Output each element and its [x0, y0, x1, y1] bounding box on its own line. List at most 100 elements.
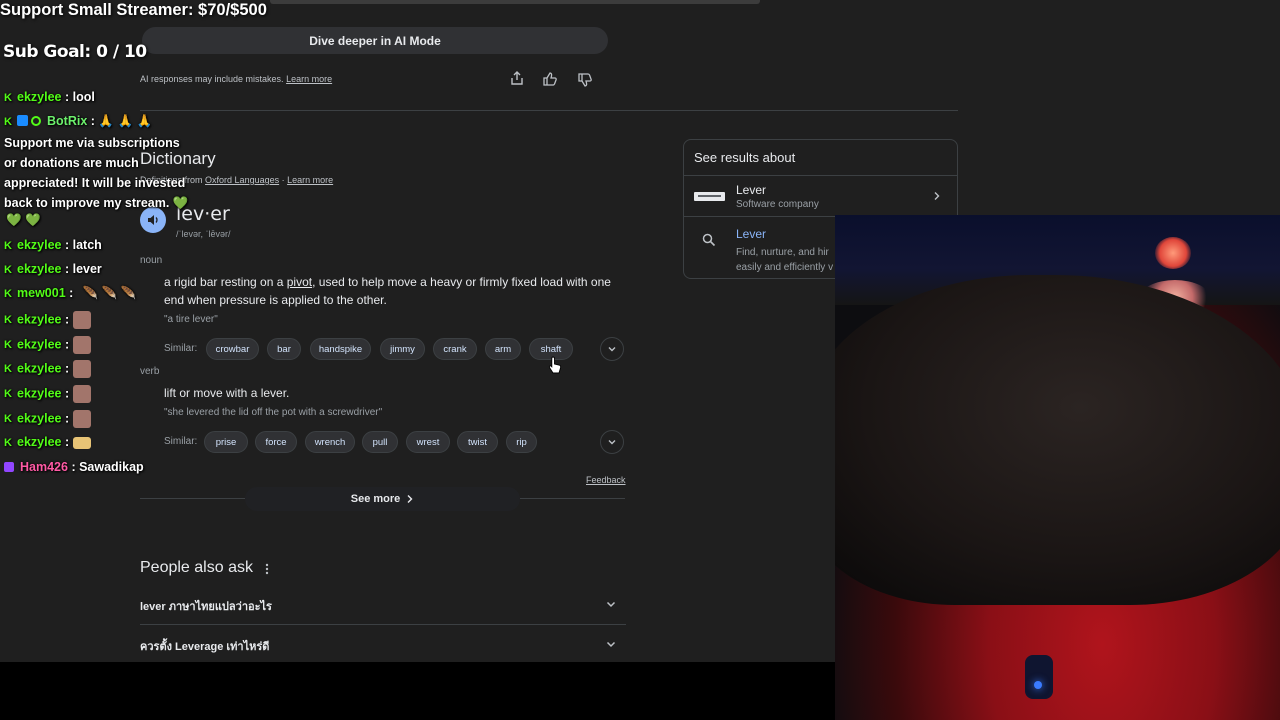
chevron-down-icon[interactable]: [605, 638, 617, 650]
similar-chip[interactable]: bar: [267, 338, 301, 360]
chat-message: Kekzylee :: [4, 311, 91, 329]
similar-chip[interactable]: jimmy: [380, 338, 425, 360]
light-bokeh: [1155, 237, 1191, 269]
similar-chip[interactable]: crowbar: [206, 338, 259, 360]
chat-text: :: [69, 286, 74, 300]
chevron-down-icon: [608, 440, 616, 445]
section-divider: [140, 110, 958, 111]
chat-username: ekzylee: [17, 361, 62, 376]
chat-message: Kekzylee : latch: [4, 238, 102, 252]
kick-badge-icon: K: [4, 363, 12, 376]
chat-message: Kekzylee :: [4, 410, 91, 428]
chat-username: ekzylee: [17, 435, 62, 449]
similar-chip[interactable]: wrest: [406, 431, 450, 453]
noun-def-part-3: end when pressure is applied to the othe…: [164, 293, 387, 307]
see-more-divider-left: [140, 498, 245, 499]
expand-noun-button[interactable]: [600, 337, 624, 361]
top-scroll-indicator: [270, 0, 760, 4]
chat-text: :: [64, 361, 70, 376]
feedback-link[interactable]: Feedback: [586, 475, 626, 485]
verb-example: "she levered the lid off the pot with a …: [164, 407, 383, 418]
paa-divider: [140, 624, 626, 625]
results-about-title: See results about: [694, 150, 796, 165]
chat-text: :: [64, 312, 70, 327]
chat-message: Kekzylee : lever: [4, 262, 102, 276]
chat-message: Kekzylee :: [4, 385, 91, 403]
more-options-icon[interactable]: [264, 563, 270, 575]
microphone: [1025, 655, 1053, 699]
share-icon[interactable]: [509, 70, 525, 86]
cat-emote-icon: [72, 385, 91, 403]
card-divider: [684, 175, 957, 176]
hair: [835, 275, 1280, 605]
similar-chip[interactable]: force: [255, 431, 297, 453]
similar-chip[interactable]: prise: [204, 431, 248, 453]
ai-disclaimer-text: AI responses may include mistakes.: [140, 74, 284, 84]
chat-username: mew001: [17, 286, 66, 300]
thumbs-down-icon[interactable]: [577, 72, 593, 88]
chat-username: ekzylee: [17, 312, 62, 327]
chat-text: : latch: [64, 238, 102, 252]
chat-message: Kekzylee :: [4, 336, 91, 354]
dive-deeper-ai-mode-button[interactable]: Dive deeper in AI Mode: [142, 27, 608, 54]
chat-text: :: [64, 411, 70, 426]
noun-similar-label: Similar:: [164, 343, 198, 354]
chevron-right-icon: [407, 495, 413, 503]
similar-chip[interactable]: pull: [362, 431, 398, 453]
chat-emotes: 💚 💚: [6, 213, 41, 227]
noun-def-part-1: a rigid bar resting on a: [164, 275, 287, 289]
kick-badge-icon: K: [4, 314, 12, 327]
see-more-label: See more: [350, 493, 401, 505]
similar-chip[interactable]: rip: [506, 431, 537, 453]
result-name-link[interactable]: Lever: [736, 227, 766, 241]
ai-learn-more-link[interactable]: Learn more: [286, 74, 332, 84]
kick-badge-icon: K: [4, 388, 12, 401]
chat-message: K BotRix : 🙏 🙏 🙏: [4, 114, 152, 129]
result-name[interactable]: Lever: [736, 183, 766, 197]
thumbs-up-icon[interactable]: [542, 71, 558, 87]
chat-text: : 🙏 🙏 🙏: [90, 114, 153, 128]
verb-definition: lift or move with a lever.: [164, 386, 290, 400]
search-icon: [702, 233, 716, 247]
chat-username: ekzylee: [17, 238, 62, 252]
result-desc: Software company: [736, 199, 819, 210]
paa-question[interactable]: lever ภาษาไทยแปลว่าอะไร: [140, 597, 272, 615]
speaker-icon: [148, 215, 158, 225]
chat-text: : lever: [64, 262, 102, 276]
lever-logo-mark: [698, 195, 721, 197]
kick-badge-icon: K: [4, 116, 12, 128]
chat-message: Kekzylee :: [4, 435, 91, 449]
chevron-right-icon[interactable]: [932, 191, 942, 201]
chat-message: Ham426 : Sawadikap: [4, 460, 144, 474]
beer-emote-icon: [72, 436, 91, 449]
kick-badge-icon: K: [4, 264, 12, 276]
kick-badge-icon: K: [4, 240, 12, 252]
result-desc-line-2: easily and efficiently v: [736, 262, 834, 273]
chat-text: : lool: [64, 90, 95, 104]
card-divider: [684, 216, 835, 217]
verb-similar-label: Similar:: [164, 436, 198, 447]
similar-chip[interactable]: handspike: [310, 338, 371, 360]
similar-chip[interactable]: twist: [457, 431, 498, 453]
similar-chip[interactable]: crank: [433, 338, 477, 360]
kick-badge-icon: K: [4, 92, 12, 104]
expand-verb-button[interactable]: [600, 430, 624, 454]
chat-message: Kekzylee : lool: [4, 90, 95, 104]
hand-cursor-icon: [548, 356, 562, 374]
result-desc: Find, nurture, and hir easily and effici…: [736, 245, 833, 275]
paa-question[interactable]: ควรตั้ง Leverage เท่าไหร่ดี: [140, 637, 269, 655]
kick-badge-icon: K: [4, 339, 12, 352]
result-desc-line-1: Find, nurture, and hir: [736, 247, 829, 258]
see-more-button[interactable]: See more: [245, 487, 520, 511]
webcam-feed: [835, 215, 1280, 720]
oxford-languages-link[interactable]: Oxford Languages: [205, 175, 279, 185]
chevron-down-icon[interactable]: [605, 598, 617, 610]
similar-chip[interactable]: wrench: [305, 431, 355, 453]
similar-chip[interactable]: arm: [485, 338, 521, 360]
pivot-link[interactable]: pivot: [287, 275, 312, 289]
feather-emote-icon: 🪶 🪶 🪶: [82, 286, 137, 300]
chat-message: Kekzylee :: [4, 360, 91, 378]
chat-username: Ham426: [20, 460, 68, 474]
dictionary-learn-more-link[interactable]: Learn more: [287, 175, 333, 185]
lever-logo: [694, 192, 725, 201]
